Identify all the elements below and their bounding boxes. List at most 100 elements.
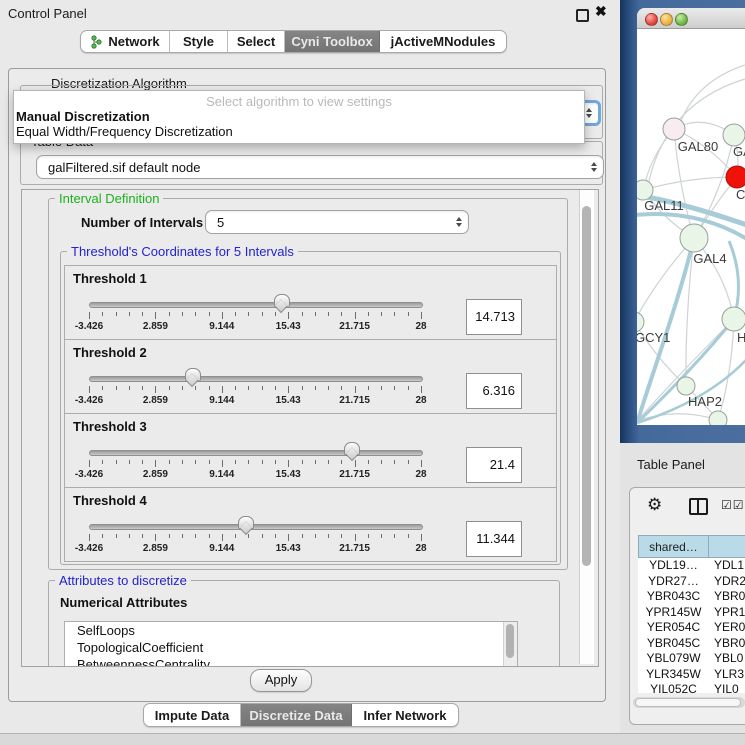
cell-shared-name[interactable]: YER054C [638, 620, 709, 636]
table-row[interactable]: YIL052CYIL0 [638, 682, 745, 693]
network-node[interactable] [709, 411, 727, 425]
tick-label: 15.43 [276, 395, 301, 406]
network-edge[interactable] [643, 177, 737, 190]
cell-name[interactable]: YPR1 [709, 605, 745, 621]
network-canvas[interactable]: GAL80GACGAL11GAL4GCY1HHAP2 [637, 29, 745, 425]
network-node-gcy1[interactable] [637, 312, 644, 332]
cell-shared-name[interactable]: YDL19… [638, 558, 709, 574]
attributes-scrollbar[interactable] [503, 622, 517, 666]
tick-label: 28 [415, 321, 426, 332]
threshold-slider-thumb[interactable] [344, 442, 360, 456]
cell-shared-name[interactable]: YLR345W [638, 667, 709, 683]
threshold-slider-track[interactable] [89, 524, 423, 530]
columns-icon[interactable] [689, 498, 708, 515]
network-node-label: HAP2 [688, 394, 722, 409]
network-node-gal4[interactable] [680, 224, 708, 252]
algorithm-option-equal-width[interactable]: Equal Width/Frequency Discretization [14, 124, 584, 139]
threshold-slider-thumb[interactable] [238, 516, 254, 530]
minor-tick [302, 386, 303, 390]
cell-shared-name[interactable]: YDR27… [638, 574, 709, 590]
cell-shared-name[interactable]: YIL052C [638, 682, 709, 693]
cell-name[interactable]: YDR2 [709, 574, 745, 590]
cell-name[interactable]: YBR0 [709, 636, 745, 652]
network-node-h[interactable] [722, 307, 745, 331]
close-icon[interactable]: ✖ [595, 3, 607, 20]
threshold-slider-track[interactable] [89, 302, 423, 308]
cell-name[interactable]: YLR3 [709, 667, 744, 683]
apply-button[interactable]: Apply [250, 669, 312, 692]
algorithm-option-manual[interactable]: Manual Discretization [14, 109, 584, 124]
algorithm-placeholder-option[interactable]: Select algorithm to view settings [14, 94, 584, 109]
column-header-shared-name[interactable]: shared… [639, 536, 709, 557]
cell-shared-name[interactable]: YBR045C [638, 636, 709, 652]
table-data-combobox[interactable]: galFiltered.sif default node [36, 155, 604, 179]
number-of-intervals-combobox[interactable]: 5 [205, 210, 469, 234]
network-node-gal11[interactable] [637, 180, 653, 200]
checkboxes-icon[interactable]: ☑☑ [721, 498, 745, 512]
tab-impute-data[interactable]: Impute Data [144, 704, 241, 726]
tab-jactivemnodules[interactable]: jActiveMNodules [380, 31, 506, 52]
minor-tick [116, 312, 117, 316]
network-node-c[interactable] [726, 166, 745, 188]
cell-shared-name[interactable]: YBR043C [638, 589, 709, 605]
tab-style[interactable]: Style [170, 31, 228, 52]
attributes-scrollbar-thumb[interactable] [506, 624, 514, 658]
network-window-titlebar[interactable] [637, 8, 745, 29]
zoom-traffic-light-icon[interactable] [675, 13, 688, 26]
tab-cyni-toolbox[interactable]: Cyni Toolbox [285, 31, 380, 52]
major-tick [355, 312, 356, 319]
float-window-icon[interactable] [576, 9, 589, 22]
table-row[interactable]: YLR345WYLR3 [638, 667, 745, 683]
cell-name[interactable]: YBR0 [709, 589, 745, 605]
column-header-name[interactable]: n [709, 536, 745, 557]
tab-infer-network[interactable]: Infer Network [352, 704, 458, 726]
table-row[interactable]: YBR045CYBR0 [638, 636, 745, 652]
minor-tick [116, 386, 117, 390]
network-node-gal80[interactable] [663, 118, 685, 140]
cell-name[interactable]: YER0 [709, 620, 745, 636]
cell-shared-name[interactable]: YBL079W [638, 651, 709, 667]
cell-name[interactable]: YIL0 [709, 682, 739, 693]
tab-network[interactable]: Network [81, 31, 170, 52]
threshold-slider-track[interactable] [89, 450, 423, 456]
threshold-slider-track[interactable] [89, 376, 423, 382]
table-row[interactable]: YER054CYER0 [638, 620, 745, 636]
tab-discretize-data[interactable]: Discretize Data [241, 704, 352, 726]
tab-select[interactable]: Select [228, 31, 285, 52]
threshold-value-field[interactable]: 11.344 [466, 521, 522, 557]
table-horizontal-scrollbar-thumb[interactable] [635, 698, 741, 707]
table-horizontal-scrollbar[interactable] [633, 697, 745, 708]
numerical-attributes-list[interactable]: SelfLoopsTopologicalCoefficientBetweenne… [64, 621, 518, 667]
minor-tick [341, 312, 342, 316]
attribute-item[interactable]: TopologicalCoefficient [65, 639, 517, 656]
settings-scrollbar-thumb[interactable] [582, 206, 591, 566]
minor-tick [102, 534, 103, 538]
settings-scrollbar[interactable] [579, 190, 594, 664]
threshold-slider-thumb[interactable] [274, 294, 290, 308]
minor-tick [169, 386, 170, 390]
table-row[interactable]: YBR043CYBR0 [638, 589, 745, 605]
close-traffic-light-icon[interactable] [645, 13, 658, 26]
minimize-traffic-light-icon[interactable] [660, 13, 673, 26]
table-row[interactable]: YDL19…YDL1 [638, 558, 745, 574]
threshold-value-field[interactable]: 14.713 [466, 299, 522, 335]
cell-shared-name[interactable]: YPR145W [638, 605, 709, 621]
bottom-tab-bar: Impute Data Discretize Data Infer Networ… [143, 703, 459, 727]
cell-name[interactable]: YBL0 [709, 651, 743, 667]
threshold-value-field[interactable]: 21.4 [466, 447, 522, 483]
tab-select-label: Select [237, 34, 275, 49]
network-node-hap2[interactable] [677, 377, 695, 395]
table-row[interactable]: YBL079WYBL0 [638, 651, 745, 667]
network-node-ga[interactable] [723, 124, 745, 146]
attribute-item[interactable]: SelfLoops [65, 622, 517, 639]
network-edge[interactable] [637, 238, 694, 322]
table-row[interactable]: YDR27…YDR2 [638, 574, 745, 590]
minor-tick [394, 386, 395, 390]
table-data-combobox-value: galFiltered.sif default node [37, 160, 585, 175]
attribute-item[interactable]: BetweennessCentrality [65, 656, 517, 667]
threshold-value-field[interactable]: 6.316 [466, 373, 522, 409]
gear-icon[interactable]: ⚙ [647, 495, 662, 515]
cell-name[interactable]: YDL1 [709, 558, 744, 574]
table-row[interactable]: YPR145WYPR1 [638, 605, 745, 621]
threshold-slider-thumb[interactable] [185, 368, 201, 382]
